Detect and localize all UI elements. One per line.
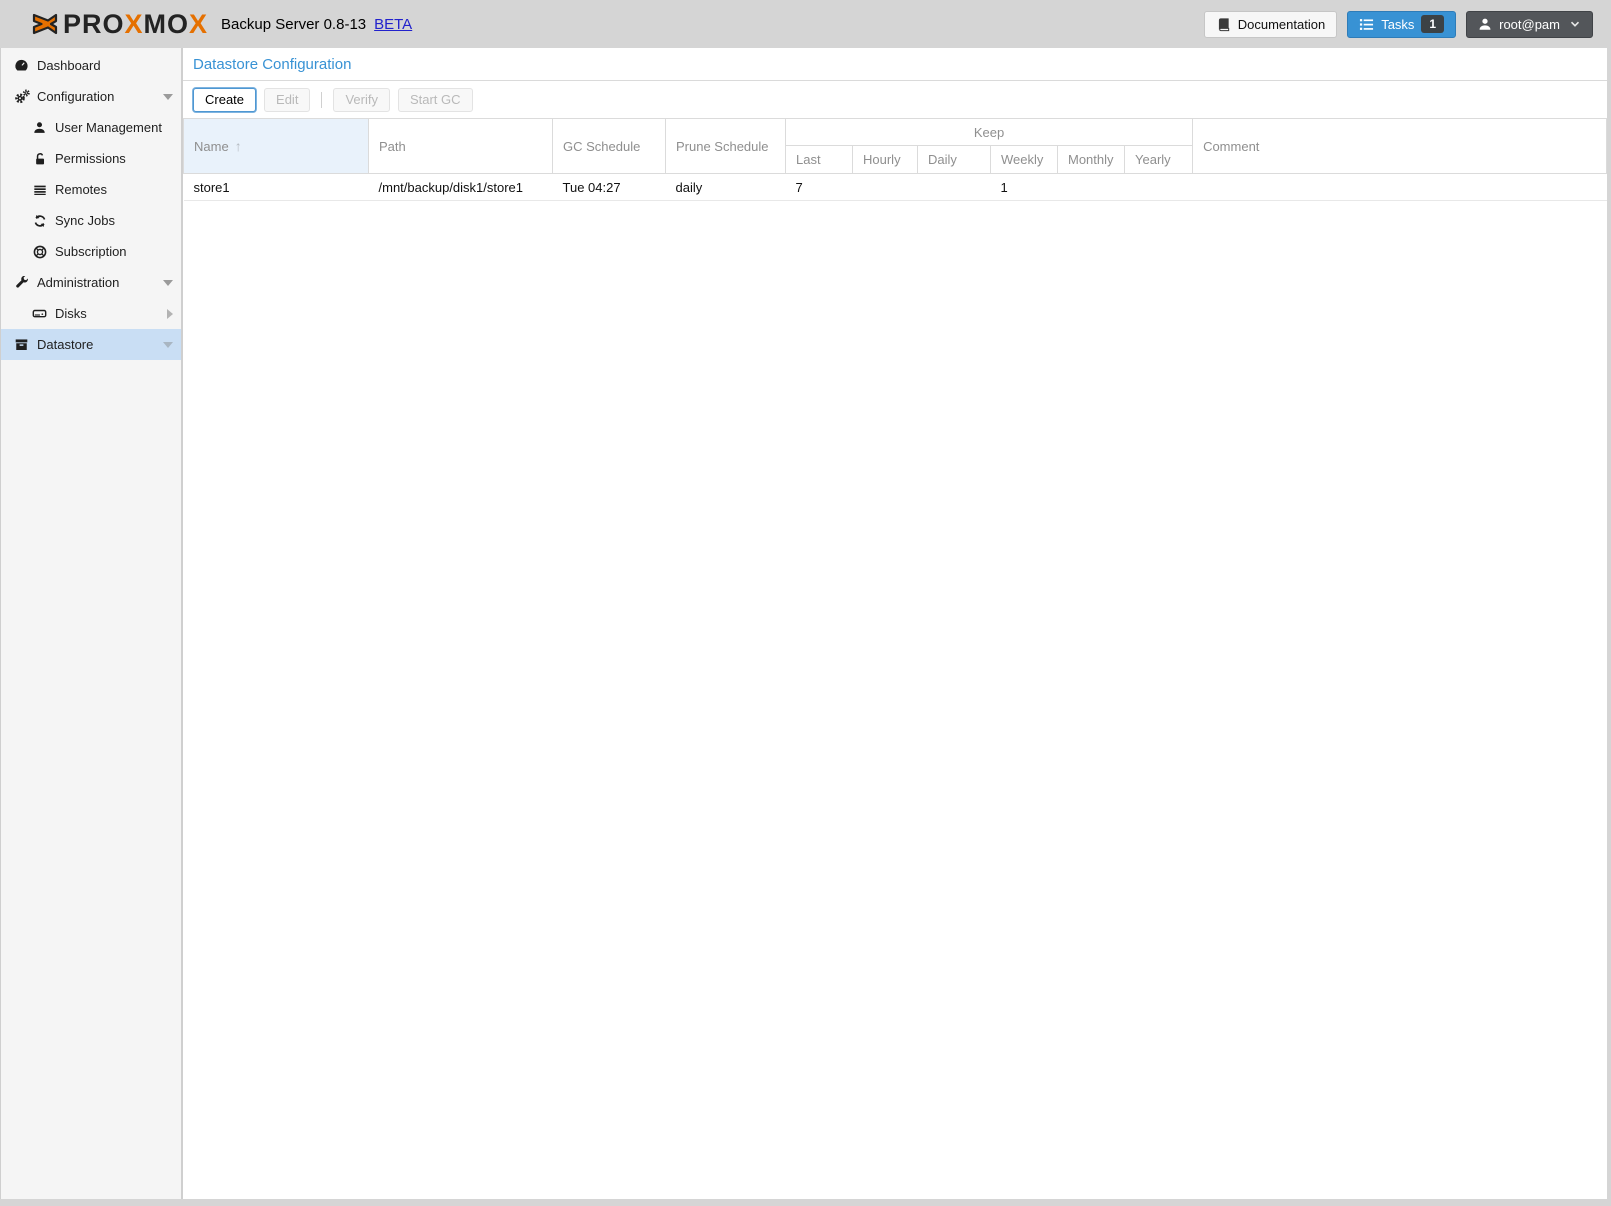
- wrench-icon: [13, 276, 30, 290]
- datastore-table: Name↑ Path GC Schedule Prune Schedule Ke…: [183, 118, 1607, 201]
- create-button[interactable]: Create: [193, 88, 256, 112]
- top-bar: PROXMOX Backup Server 0.8-13 BETA Docume…: [0, 0, 1611, 48]
- cell-keep-hourly: [853, 174, 918, 201]
- sidebar-item-administration[interactable]: Administration: [1, 267, 181, 298]
- column-header-gc-schedule[interactable]: GC Schedule: [553, 119, 666, 174]
- documentation-button[interactable]: Documentation: [1204, 11, 1337, 38]
- column-group-keep: Keep: [786, 119, 1193, 146]
- expand-arrow-icon[interactable]: [167, 309, 173, 319]
- sidebar-item-sync-jobs[interactable]: Sync Jobs: [1, 205, 181, 236]
- archive-box-icon: [13, 337, 30, 352]
- column-header-keep-monthly[interactable]: Monthly: [1058, 146, 1125, 174]
- column-header-keep-daily[interactable]: Daily: [918, 146, 991, 174]
- edit-button[interactable]: Edit: [264, 88, 310, 112]
- toolbar-separator: [321, 92, 322, 108]
- book-icon: [1216, 17, 1231, 32]
- column-header-keep-weekly[interactable]: Weekly: [991, 146, 1058, 174]
- panel-title-bar: Datastore Configuration: [183, 48, 1607, 81]
- user-avatar-icon: [1478, 17, 1492, 31]
- hard-drive-icon: [31, 306, 48, 321]
- cell-keep-last: 7: [786, 174, 853, 201]
- sidebar-item-disks[interactable]: Disks: [1, 298, 181, 329]
- cell-keep-monthly: [1058, 174, 1125, 201]
- unlock-icon: [31, 152, 48, 166]
- collapse-arrow-icon[interactable]: [163, 280, 173, 286]
- sidebar-item-dashboard[interactable]: Dashboard: [1, 50, 181, 81]
- verify-button[interactable]: Verify: [333, 88, 390, 112]
- top-bar-actions: Documentation Tasks 1 root@pam: [1204, 11, 1593, 38]
- column-header-path[interactable]: Path: [369, 119, 553, 174]
- column-header-prune-schedule[interactable]: Prune Schedule: [666, 119, 786, 174]
- tasks-count-badge: 1: [1421, 15, 1444, 33]
- proxmox-x-icon: [32, 11, 58, 37]
- cell-path: /mnt/backup/disk1/store1: [369, 174, 553, 201]
- proxmox-logo: PROXMOX: [32, 11, 208, 38]
- sort-ascending-icon: ↑: [235, 138, 242, 154]
- toolbar: Create Edit Verify Start GC: [183, 81, 1607, 118]
- sync-arrows-icon: [31, 214, 48, 228]
- chevron-down-icon: [1569, 18, 1581, 30]
- column-header-comment[interactable]: Comment: [1193, 119, 1607, 174]
- sidebar-item-subscription[interactable]: Subscription: [1, 236, 181, 267]
- sidebar-item-permissions[interactable]: Permissions: [1, 143, 181, 174]
- proxmox-wordmark: PROXMOX: [63, 11, 208, 38]
- gears-icon: [13, 89, 30, 105]
- column-header-keep-hourly[interactable]: Hourly: [853, 146, 918, 174]
- sidebar-item-configuration[interactable]: Configuration: [1, 81, 181, 112]
- cell-keep-yearly: [1125, 174, 1193, 201]
- task-list-icon: [1359, 17, 1374, 32]
- column-header-keep-last[interactable]: Last: [786, 146, 853, 174]
- collapse-arrow-icon[interactable]: [163, 342, 173, 348]
- main-layout: Dashboard Configuration: [0, 48, 1611, 1199]
- sidebar-item-user-management[interactable]: User Management: [1, 112, 181, 143]
- sidebar-item-datastore[interactable]: Datastore: [1, 329, 181, 360]
- column-header-keep-yearly[interactable]: Yearly: [1125, 146, 1193, 174]
- user-menu-button[interactable]: root@pam: [1466, 11, 1593, 38]
- table-row-store1[interactable]: store1 /mnt/backup/disk1/store1 Tue 04:2…: [184, 174, 1607, 201]
- sidebar-item-remotes[interactable]: Remotes: [1, 174, 181, 205]
- user-icon: [31, 121, 48, 134]
- life-ring-icon: [31, 245, 48, 259]
- cell-prune-schedule: daily: [666, 174, 786, 201]
- gauge-icon: [13, 58, 30, 73]
- beta-link[interactable]: BETA: [374, 16, 412, 33]
- cell-gc-schedule: Tue 04:27: [553, 174, 666, 201]
- cell-name: store1: [184, 174, 369, 201]
- cell-keep-daily: [918, 174, 991, 201]
- tasks-button[interactable]: Tasks 1: [1347, 11, 1456, 38]
- start-gc-button[interactable]: Start GC: [398, 88, 473, 112]
- cell-comment: [1193, 174, 1607, 201]
- sidebar-nav: Dashboard Configuration: [0, 48, 183, 1199]
- content-panel: Datastore Configuration Create Edit Veri…: [183, 48, 1607, 1199]
- column-header-name[interactable]: Name↑: [184, 119, 369, 174]
- page-title: Datastore Configuration: [193, 56, 351, 73]
- list-lines-icon: [31, 183, 48, 197]
- cell-keep-weekly: 1: [991, 174, 1058, 201]
- collapse-arrow-icon[interactable]: [163, 94, 173, 100]
- product-title: Backup Server 0.8-13: [221, 16, 366, 33]
